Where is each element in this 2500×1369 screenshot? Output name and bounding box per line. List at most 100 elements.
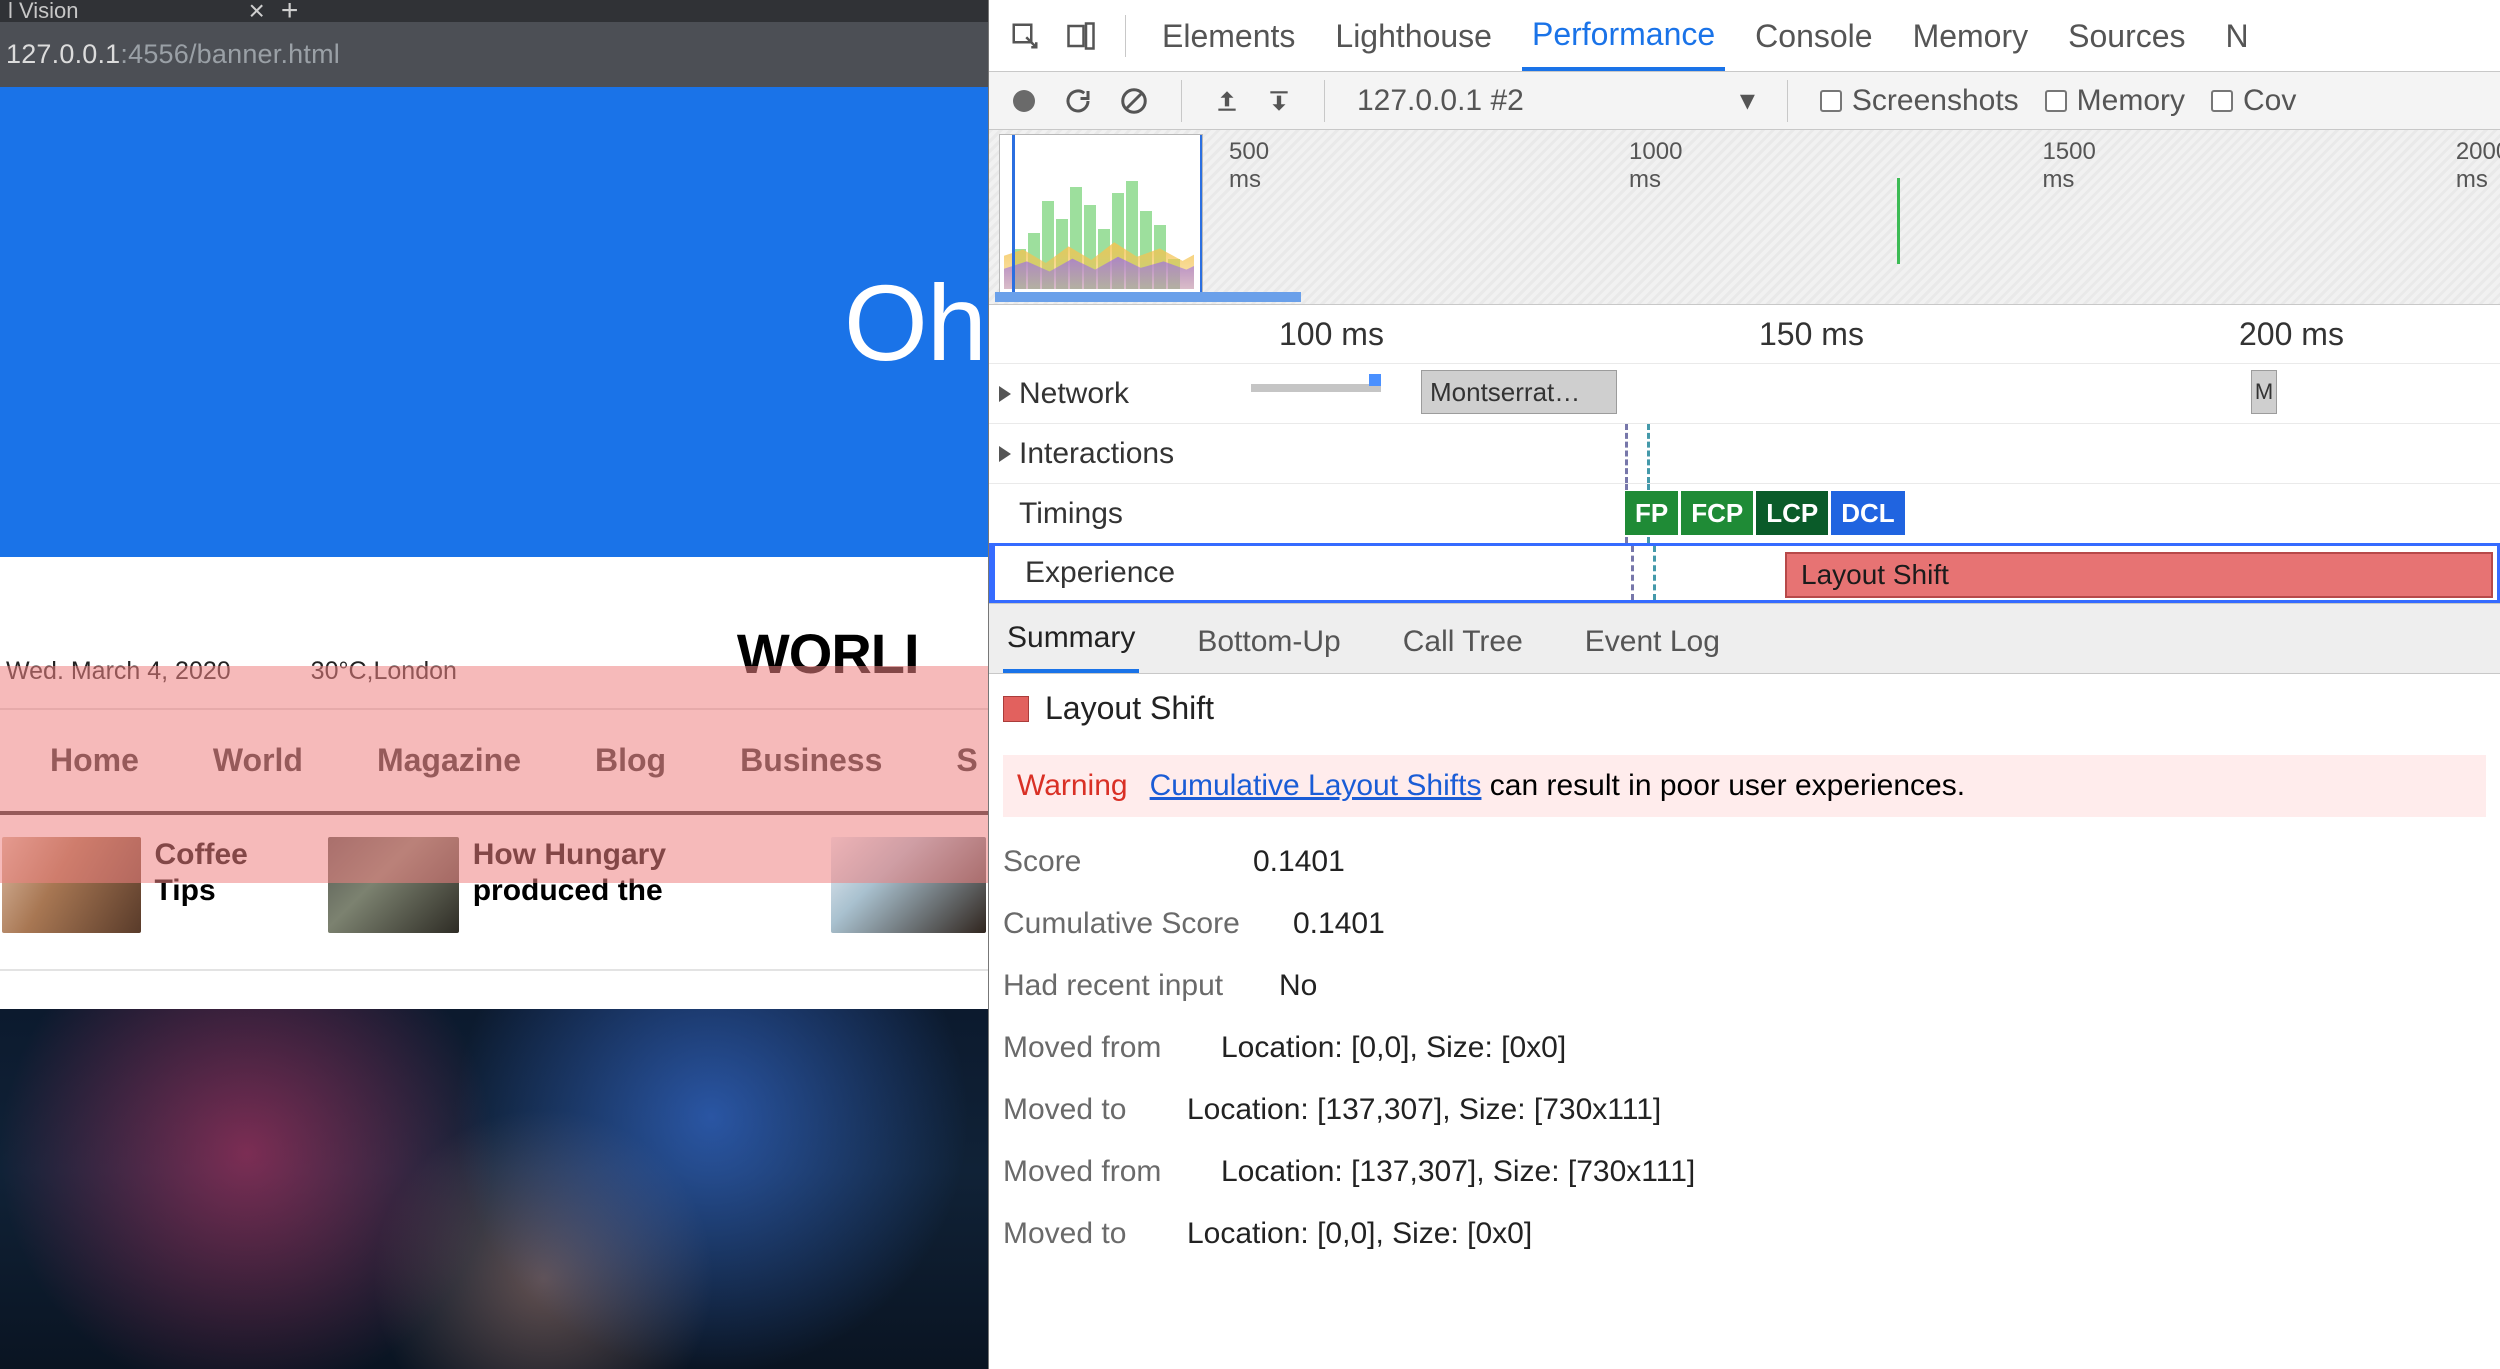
disclosure-icon[interactable] xyxy=(999,386,1011,402)
tab-elements[interactable]: Elements xyxy=(1152,2,1305,69)
story-card[interactable] xyxy=(831,837,986,933)
tab-lighthouse[interactable]: Lighthouse xyxy=(1325,2,1502,69)
target-select[interactable]: 127.0.0.1 #2 xyxy=(1357,84,1534,118)
hero-image xyxy=(0,1009,988,1369)
timing-badge-dcl[interactable]: DCL xyxy=(1831,491,1904,535)
performance-toolbar: 127.0.0.1 #2 ▾ Screenshots Memory Cov xyxy=(989,72,2500,130)
track-network[interactable]: Network Montserrat… M xyxy=(989,363,2500,423)
upload-button[interactable] xyxy=(1214,88,1240,114)
record-button[interactable] xyxy=(1011,88,1037,114)
story-thumb xyxy=(831,837,986,933)
header-weather: 30°C,London xyxy=(311,657,457,686)
summary-row: Cumulative Score0.1401 xyxy=(1003,907,2486,941)
story-title: Coffee Tips xyxy=(155,837,300,909)
story-card[interactable]: How Hungary produced the xyxy=(328,837,803,933)
overview-timeline[interactable]: 500 ms 1000 ms 1500 ms 2000 ms xyxy=(989,130,2500,305)
story-thumb xyxy=(328,837,459,933)
disclosure-icon[interactable] xyxy=(999,446,1011,462)
story-card[interactable]: Coffee Tips xyxy=(2,837,300,933)
address-bar[interactable]: 127.0.0.1:4556/banner.html xyxy=(0,22,988,87)
url-host: 127.0.0.1 xyxy=(6,39,120,70)
summary-row: Moved fromLocation: [0,0], Size: [0x0] xyxy=(1003,1031,2486,1065)
summary-row: Moved fromLocation: [137,307], Size: [73… xyxy=(1003,1155,2486,1189)
timing-badge-lcp[interactable]: LCP xyxy=(1756,491,1828,535)
nav-item[interactable]: Magazine xyxy=(377,742,521,779)
story-title: How Hungary produced the xyxy=(473,837,803,909)
tab-more[interactable]: N xyxy=(2216,2,2259,69)
devtools-tabbar: Elements Lighthouse Performance Console … xyxy=(989,0,2500,72)
range-handle-right[interactable] xyxy=(1200,135,1203,301)
flame-chart: 100 ms 150 ms 200 ms Network Montserrat…… xyxy=(989,305,2500,604)
url-path: /banner.html xyxy=(189,39,340,70)
nav-item[interactable]: S xyxy=(956,742,977,779)
tab-performance[interactable]: Performance xyxy=(1522,0,1725,71)
subtab-event-log[interactable]: Event Log xyxy=(1581,611,1724,673)
memory-checkbox[interactable]: Memory xyxy=(2045,84,2185,118)
warning-tail: can result in poor user experiences. xyxy=(1481,769,1965,802)
overview-window[interactable] xyxy=(999,134,1203,302)
tab-title: l Vision xyxy=(8,0,79,24)
network-request-bar[interactable]: Montserrat… xyxy=(1421,370,1617,414)
chevron-down-icon[interactable]: ▾ xyxy=(1740,83,1755,118)
overview-ticks: 500 ms 1000 ms 1500 ms 2000 ms xyxy=(989,138,2500,194)
device-toggle-icon[interactable] xyxy=(1063,18,1099,54)
reload-button[interactable] xyxy=(1063,86,1093,116)
subtab-bottom-up[interactable]: Bottom-Up xyxy=(1193,611,1344,673)
target-label: 127.0.0.1 #2 xyxy=(1357,84,1524,118)
track-timings[interactable]: Timings FP FCP LCP DCL xyxy=(989,483,2500,543)
clear-button[interactable] xyxy=(1119,86,1149,116)
subtab-summary[interactable]: Summary xyxy=(1003,607,1139,673)
separator xyxy=(1181,80,1182,122)
summary-row: Had recent inputNo xyxy=(1003,969,2486,1003)
timing-badge-fp[interactable]: FP xyxy=(1625,491,1678,535)
summary-row: Score0.1401 xyxy=(1003,845,2486,879)
details-subtabs: Summary Bottom-Up Call Tree Event Log xyxy=(989,604,2500,674)
summary-title: Layout Shift xyxy=(1003,690,2486,727)
track-experience[interactable]: Experience Layout Shift xyxy=(989,543,2500,603)
browser-window: l Vision × + 127.0.0.1:4556/banner.html … xyxy=(0,0,988,1369)
nav-item[interactable]: Blog xyxy=(595,742,666,779)
timing-badge-fcp[interactable]: FCP xyxy=(1681,491,1753,535)
summary-pane: Layout Shift Warning Cumulative Layout S… xyxy=(989,674,2500,1267)
browser-tabstrip: l Vision × + xyxy=(0,0,988,22)
subtab-call-tree[interactable]: Call Tree xyxy=(1399,611,1527,673)
coverage-checkbox[interactable]: Cov xyxy=(2211,84,2296,118)
url-port: :4556 xyxy=(120,39,189,70)
warning-label: Warning xyxy=(1017,769,1128,803)
download-button[interactable] xyxy=(1266,88,1292,114)
story-thumb xyxy=(2,837,141,933)
nav-item[interactable]: Home xyxy=(50,742,139,779)
header-date: Wed. March 4, 2020 xyxy=(6,657,231,686)
tab-memory[interactable]: Memory xyxy=(1903,2,2039,69)
cls-doc-link[interactable]: Cumulative Layout Shifts xyxy=(1150,769,1482,802)
inspect-icon[interactable] xyxy=(1007,18,1043,54)
separator xyxy=(1125,15,1126,57)
nav-item[interactable]: World xyxy=(213,742,303,779)
overview-activity-bar xyxy=(995,292,1301,302)
site-header: Wed. March 4, 2020 30°C,London WORLI xyxy=(0,557,988,708)
layout-shift-event[interactable]: Layout Shift xyxy=(1785,552,2493,598)
tab-sources[interactable]: Sources xyxy=(2058,2,2195,69)
screenshots-checkbox[interactable]: Screenshots xyxy=(1820,84,2019,118)
network-request-bar[interactable] xyxy=(1251,384,1381,392)
summary-row: Moved toLocation: [137,307], Size: [730x… xyxy=(1003,1093,2486,1127)
tab-console[interactable]: Console xyxy=(1745,2,1882,69)
site-brand: WORLI xyxy=(737,621,919,686)
page-banner: Oh xyxy=(0,87,988,557)
nav-item[interactable]: Business xyxy=(740,742,882,779)
summary-row: Moved toLocation: [0,0], Size: [0x0] xyxy=(1003,1217,2486,1251)
layout-shift-swatch-icon xyxy=(1003,696,1029,722)
separator xyxy=(1324,80,1325,122)
separator xyxy=(1787,80,1788,122)
devtools-panel: Elements Lighthouse Performance Console … xyxy=(988,0,2500,1369)
network-request-bar[interactable]: M xyxy=(2251,370,2277,414)
site-nav: Home World Magazine Blog Business S xyxy=(0,708,988,815)
overview-marker xyxy=(1897,178,1900,264)
summary-warning: Warning Cumulative Layout Shifts can res… xyxy=(1003,755,2486,817)
range-handle-left[interactable] xyxy=(1012,135,1015,301)
story-row: Coffee Tips How Hungary produced the xyxy=(0,815,988,971)
banner-text: Oh xyxy=(844,260,986,385)
track-interactions[interactable]: Interactions xyxy=(989,423,2500,483)
flame-ruler: 100 ms 150 ms 200 ms xyxy=(989,305,2500,363)
timing-badges: FP FCP LCP DCL xyxy=(1625,491,1905,535)
